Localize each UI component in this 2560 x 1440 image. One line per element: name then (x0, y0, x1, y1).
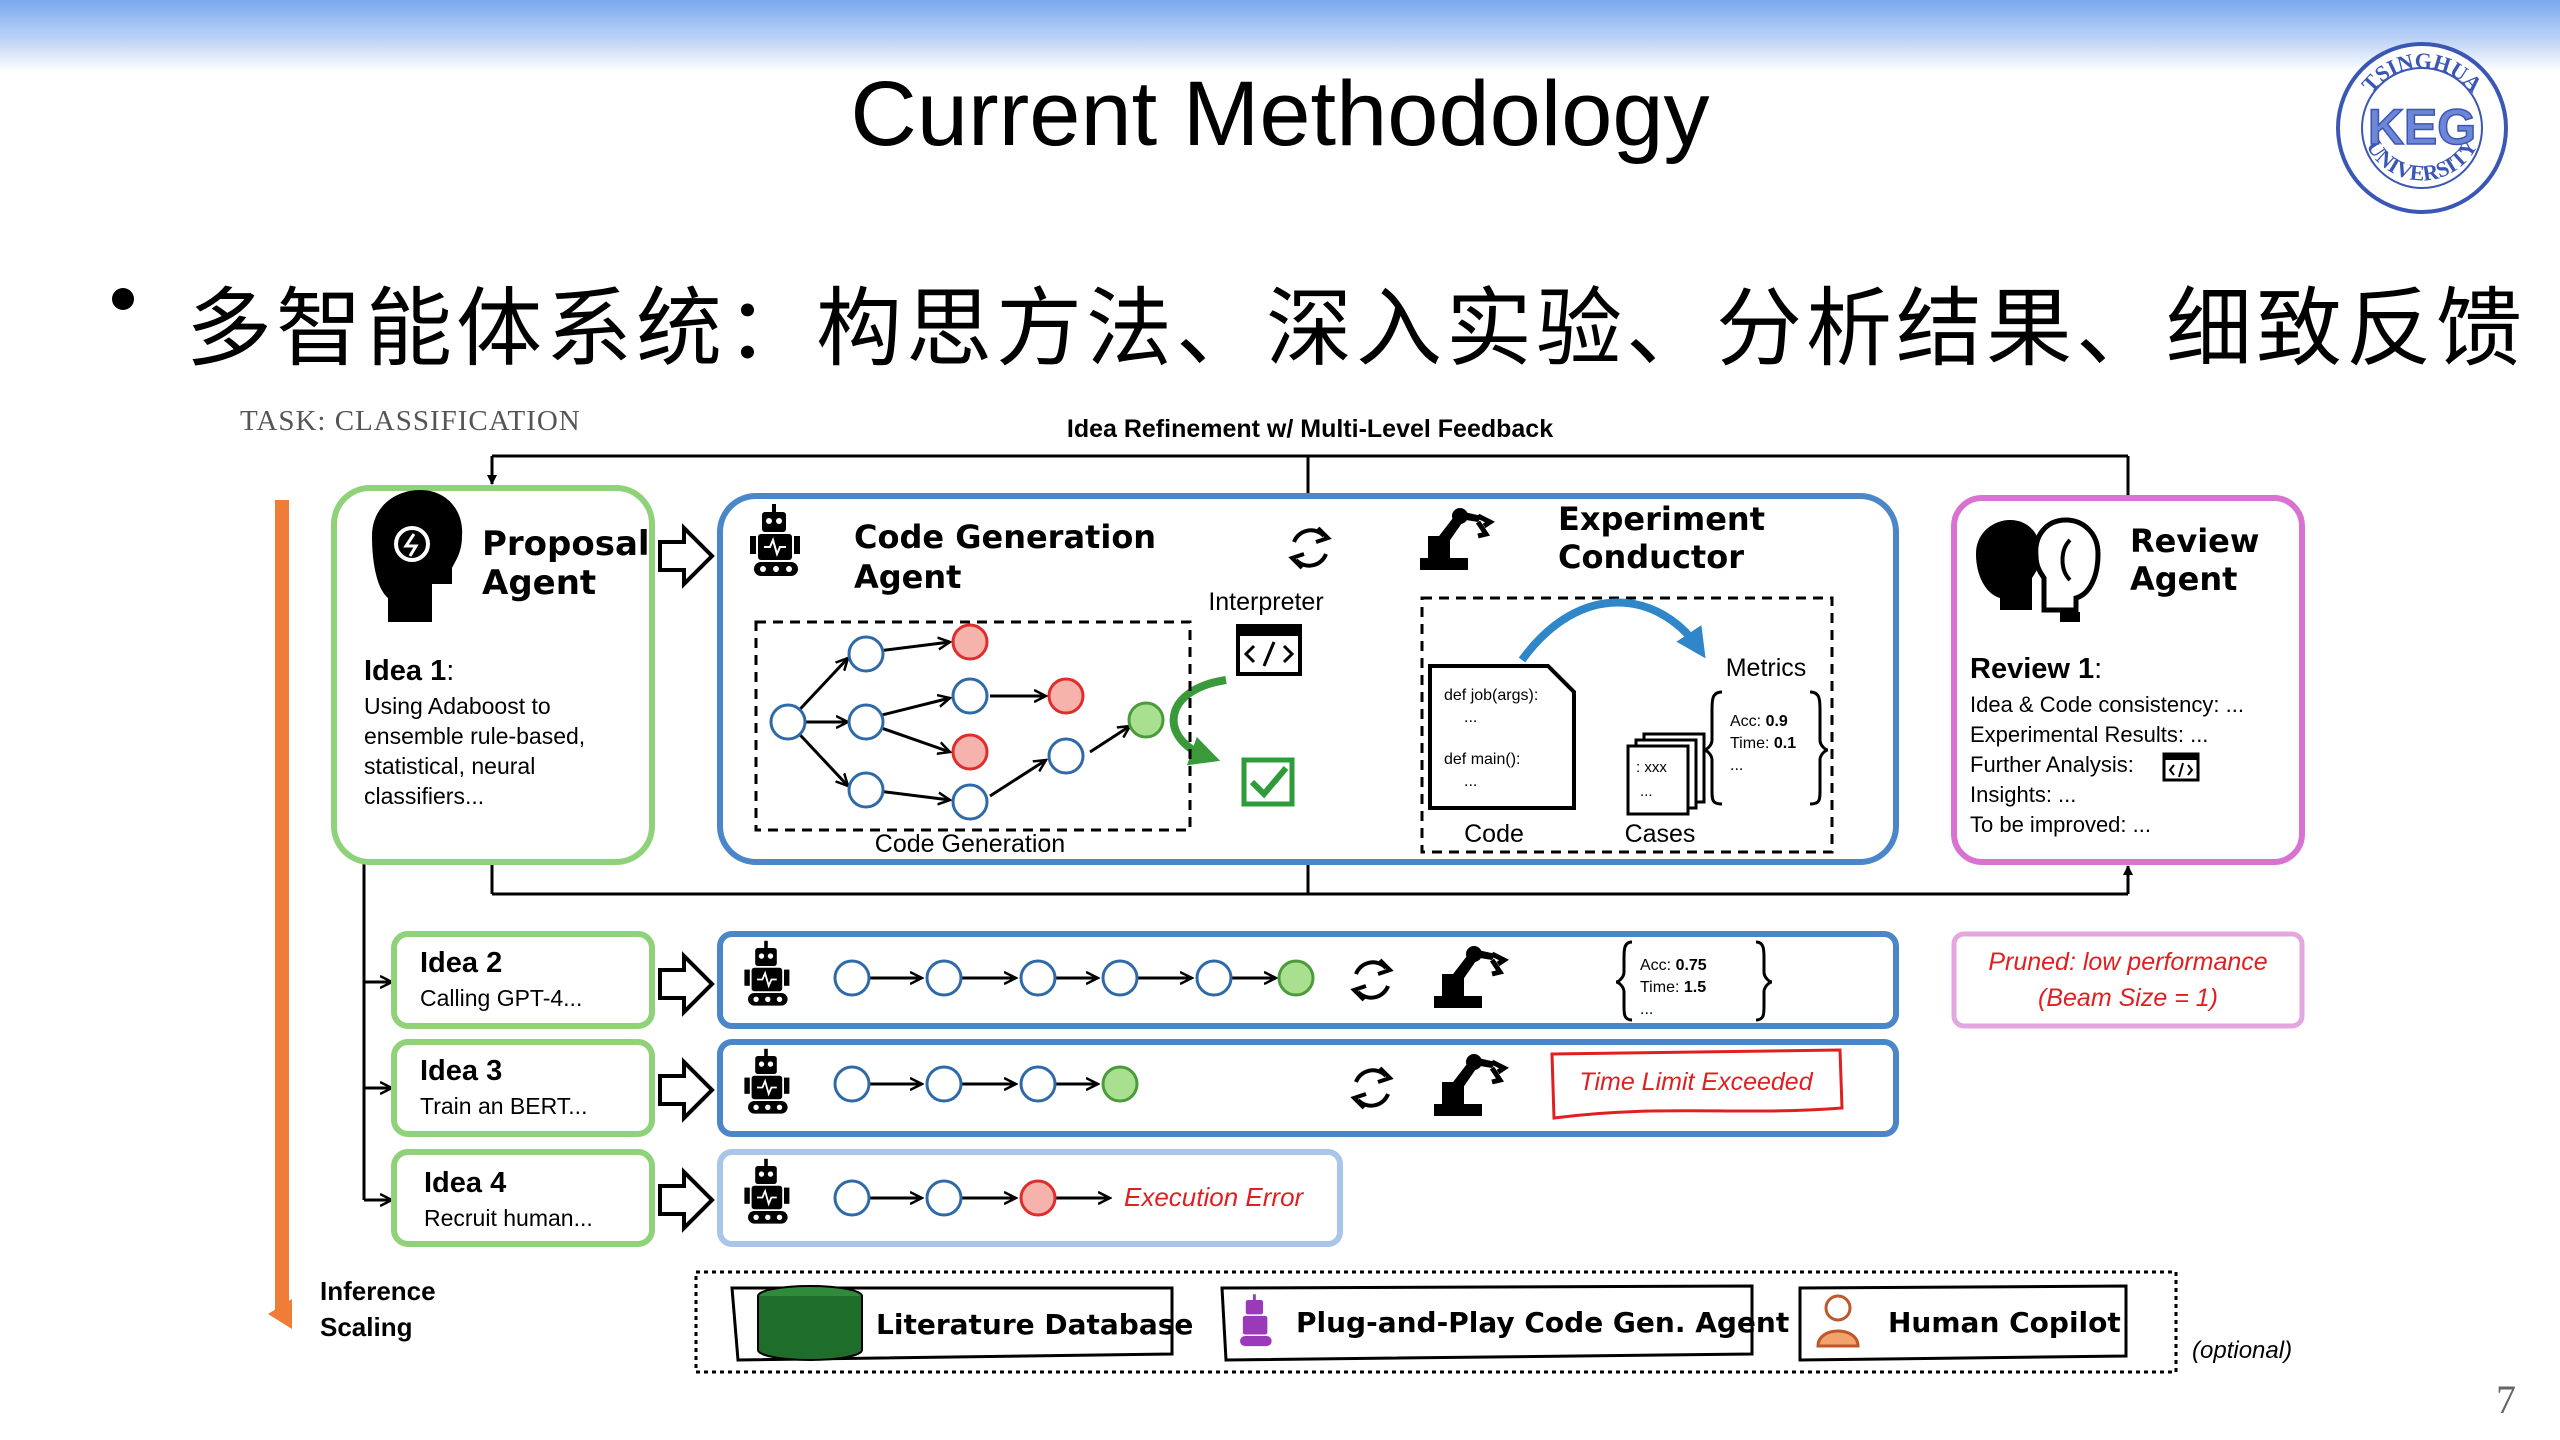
idea3-title: Idea 3 (420, 1055, 502, 1087)
review-line: To be improved: ... (1970, 812, 2151, 837)
review1-title: Review 1: (1970, 653, 2102, 685)
svg-text:Human Copilot: Human Copilot (1888, 1306, 2121, 1339)
review-title-line2: Agent (2130, 560, 2237, 598)
idea1-line: Using Adaboost to (364, 693, 551, 719)
metrics-label: Metrics (1726, 654, 1807, 682)
experiment-title-line2: Conductor (1558, 538, 1744, 576)
codegen-title-line1: Code Generation (854, 518, 1156, 556)
idea4-arrow (658, 1170, 714, 1230)
idea2-row: Idea 2 Calling GPT-4... Acc: 0.75 Time: … (391, 931, 2305, 1029)
idea-branch-lines (362, 860, 392, 1200)
svg-text:...: ... (1730, 757, 1743, 774)
tools-row: Literature Database Plug-and-Play Code G… (694, 1270, 2292, 1374)
plug-and-play-code-gen-tool: Plug-and-Play Code Gen. Agent (1220, 1284, 1789, 1362)
svg-text:Plug-and-Play Code Gen. Agent: Plug-and-Play Code Gen. Agent (1296, 1306, 1789, 1339)
methodology-diagram: TASK: CLASSIFICATION Idea Refinement w/ … (240, 405, 2305, 1374)
task-label: TASK: CLASSIFICATION (240, 405, 581, 437)
code-window-icon (2162, 752, 2200, 782)
svg-text:...: ... (1640, 783, 1653, 800)
idea2-acc: Acc: 0.75 (1640, 957, 1707, 974)
code-label: Code (1464, 820, 1524, 848)
pruned-label-line1: Pruned: low performance (1988, 948, 2267, 976)
codegen-title-line2: Agent (854, 558, 961, 596)
idea2-time: Time: 1.5 (1640, 979, 1706, 996)
idea1-line: classifiers... (364, 783, 484, 809)
proposal-title-line2: Agent (482, 563, 596, 603)
idea2-desc: Calling GPT-4... (420, 985, 582, 1011)
review-line: Further Analysis: (1970, 752, 2134, 777)
codegen-experiment-box: Code Generation Agent Interpreter Code G… (717, 493, 1899, 865)
review-line: Insights: ... (1970, 782, 2076, 807)
svg-text:...: ... (1464, 773, 1477, 790)
review-line: Idea & Code consistency: ... (1970, 692, 2244, 717)
inference-label-line2: Scaling (320, 1312, 412, 1342)
cases-stack-icon: : xxx ... (1626, 732, 1706, 816)
page-number: 7 (2496, 1377, 2516, 1422)
idea3-desc: Train an BERT... (420, 1093, 587, 1119)
cases-label: Cases (1625, 820, 1696, 848)
svg-text:Literature Database: Literature Database (876, 1308, 1193, 1341)
review-line: Experimental Results: ... (1970, 722, 2208, 747)
svg-text:Time: 0.1: Time: 0.1 (1730, 735, 1796, 752)
optional-label: (optional) (2192, 1337, 2292, 1364)
code-file-icon: def job(args): ... def main(): ... (1428, 664, 1576, 810)
svg-text:def main():: def main(): (1444, 751, 1520, 768)
checkmark-icon (1241, 757, 1295, 807)
feedback-label: Idea Refinement w/ Multi-Level Feedback (1067, 415, 1553, 443)
execution-error-label: Execution Error (1124, 1182, 1305, 1212)
pruned-label-line2: (Beam Size = 1) (2038, 984, 2218, 1012)
proposal-title-line1: Proposal (482, 524, 650, 564)
review-agent-box: Review Agent Review 1: Idea & Code consi… (1951, 495, 2305, 865)
idea3-row: Idea 3 Train an BERT... Time Limit Excee… (391, 1039, 1899, 1137)
time-limit-exceeded-label: Time Limit Exceeded (1579, 1068, 1813, 1096)
svg-text:...: ... (1464, 709, 1477, 726)
idea3-arrow (658, 1060, 714, 1120)
literature-database-tool: Literature Database (730, 1285, 1193, 1362)
svg-text:def job(args):: def job(args): (1444, 687, 1538, 704)
idea1-title: Idea 1: (364, 655, 454, 687)
proposal-to-codegen-arrow (658, 526, 714, 586)
human-copilot-tool: Human Copilot (1798, 1284, 2128, 1362)
idea2-title: Idea 2 (420, 947, 502, 979)
idea1-line: statistical, neural (364, 753, 535, 779)
svg-text:...: ... (1640, 1001, 1653, 1018)
proposal-agent-box: Proposal Agent Idea 1: Using Adaboost to… (331, 485, 655, 865)
idea2-arrow (658, 954, 714, 1014)
code-generation-label: Code Generation (875, 830, 1065, 858)
inference-label-line1: Inference (320, 1276, 436, 1306)
idea4-desc: Recruit human... (424, 1205, 593, 1231)
review-title-line1: Review (2130, 522, 2259, 560)
idea4-row: Idea 4 Recruit human... Execution Error (391, 1149, 1343, 1247)
interpreter-label: Interpreter (1208, 588, 1323, 616)
idea4-title: Idea 4 (424, 1167, 506, 1199)
idea1-line: ensemble rule-based, (364, 723, 585, 749)
svg-text:: xxx: : xxx (1636, 759, 1667, 776)
svg-text:Acc: 0.9: Acc: 0.9 (1730, 713, 1788, 730)
code-window-icon (1236, 624, 1302, 676)
experiment-title-line1: Experiment (1558, 500, 1765, 538)
